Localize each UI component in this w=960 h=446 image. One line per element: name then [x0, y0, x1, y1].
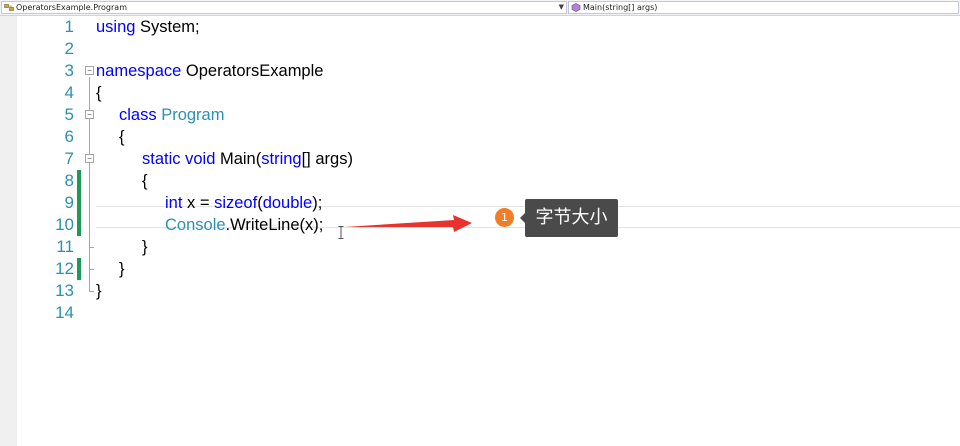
code-text: Console.WriteLine(x);: [165, 214, 323, 236]
line-number: 7: [64, 149, 74, 168]
code-token: x =: [182, 194, 215, 212]
code-text: int x = sizeof(double);: [165, 192, 322, 214]
change-indicator: [77, 214, 81, 236]
step-badge: 1: [495, 208, 514, 227]
code-editor[interactable]: 1 using System; 2 3 − namespace Operator…: [0, 16, 960, 446]
code-line: 10 Console.WriteLine(x);: [0, 214, 960, 236]
line-number: 1: [64, 17, 74, 36]
code-token: [] args): [301, 150, 353, 168]
line-number: 9: [64, 193, 74, 212]
line-number: 3: [64, 61, 74, 80]
line-number: 5: [64, 105, 74, 124]
collapse-icon[interactable]: −: [85, 154, 94, 163]
change-indicator: [77, 170, 81, 192]
code-line: 2: [0, 38, 960, 60]
keyword-token: class: [119, 106, 157, 124]
line-number: 6: [64, 127, 74, 146]
type-token: Program: [161, 106, 225, 124]
keyword-token: sizeof: [214, 194, 258, 212]
change-indicator: [77, 258, 81, 280]
code-line: 14: [0, 302, 960, 324]
line-number: 2: [64, 39, 74, 58]
code-token: }: [96, 282, 102, 300]
code-token: }: [142, 238, 148, 256]
class-icon: [4, 4, 14, 11]
annotation-tooltip: 字节大小: [520, 199, 618, 237]
member-scope-label: Main(string[] args): [583, 3, 658, 12]
code-line: 5 − class Program: [0, 104, 960, 126]
code-text: class Program: [119, 104, 224, 126]
code-line: 3 − namespace OperatorsExample: [0, 60, 960, 82]
type-token: Console: [165, 216, 226, 234]
keyword-token: static: [142, 150, 181, 168]
code-line: 7 − static void Main(string[] args): [0, 148, 960, 170]
type-scope-dropdown[interactable]: OperatorsExample.Program ▼: [1, 1, 567, 14]
code-line: 6 {: [0, 126, 960, 148]
line-number: 11: [56, 237, 74, 256]
code-token: }: [119, 260, 125, 278]
keyword-token: namespace: [96, 62, 182, 80]
code-text: namespace OperatorsExample: [96, 60, 323, 82]
type-scope-label: OperatorsExample.Program: [16, 3, 127, 12]
code-text: static void Main(string[] args): [142, 148, 353, 170]
code-line: 13 }: [0, 280, 960, 302]
text-cursor-icon: [338, 226, 344, 239]
line-number: 4: [64, 83, 74, 102]
chevron-down-icon[interactable]: ▼: [559, 2, 564, 13]
change-indicator: [77, 192, 81, 214]
code-token: {: [96, 84, 102, 102]
code-token: System;: [135, 18, 200, 36]
code-line: 12 }: [0, 258, 960, 280]
keyword-token: string: [261, 150, 302, 168]
code-line: 1 using System;: [0, 16, 960, 38]
line-number: 13: [55, 281, 74, 300]
code-token: Main(: [215, 150, 262, 168]
code-line: 9 int x = sizeof(double);: [0, 192, 960, 214]
code-line: 4 {: [0, 82, 960, 104]
member-scope-dropdown[interactable]: Main(string[] args): [568, 1, 959, 14]
code-token: );: [312, 194, 323, 212]
keyword-token: double: [262, 194, 313, 212]
collapse-icon[interactable]: −: [85, 110, 94, 119]
line-number: 10: [55, 215, 74, 234]
method-icon: [571, 3, 581, 12]
collapse-icon[interactable]: −: [85, 66, 94, 75]
code-line: 11 }: [0, 236, 960, 258]
navigation-bar: OperatorsExample.Program ▼ Main(string[]…: [0, 0, 960, 16]
keyword-token: int: [165, 194, 183, 212]
code-token: OperatorsExample: [181, 62, 324, 80]
code-token: .WriteLine(x);: [225, 216, 324, 234]
line-number: 12: [55, 259, 74, 278]
line-number: 8: [64, 171, 74, 190]
keyword-token: void: [185, 150, 216, 168]
code-token: {: [119, 128, 125, 146]
code-line: 8 {: [0, 170, 960, 192]
code-text: using System;: [96, 16, 200, 38]
keyword-token: using: [96, 18, 136, 36]
line-number: 14: [55, 303, 74, 322]
code-token: {: [142, 172, 148, 190]
